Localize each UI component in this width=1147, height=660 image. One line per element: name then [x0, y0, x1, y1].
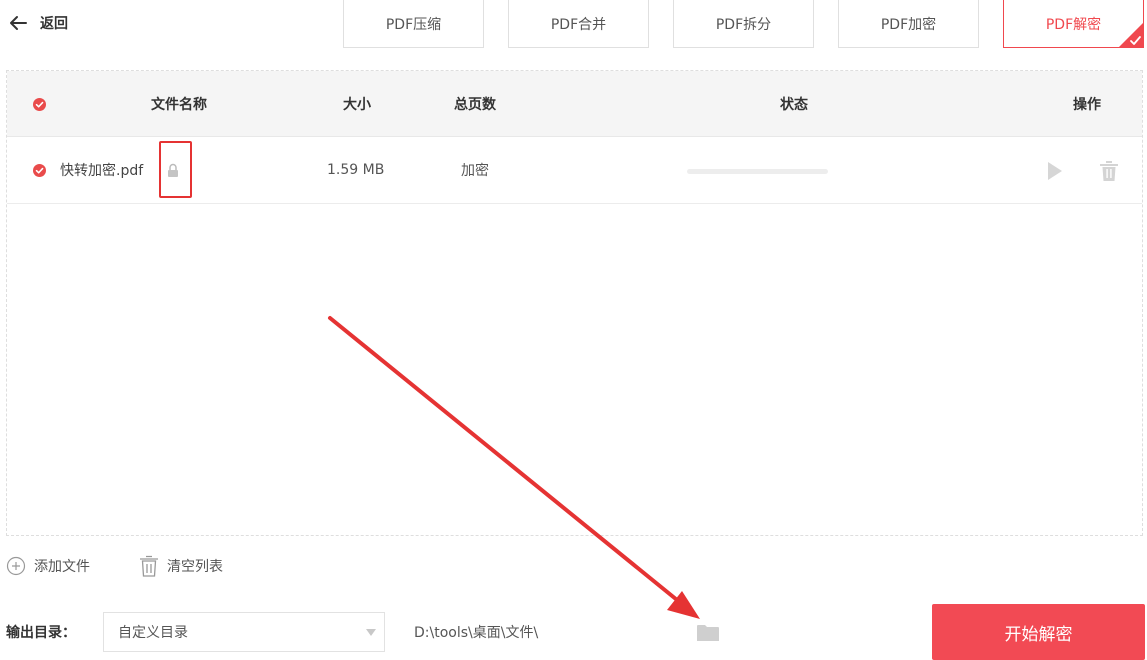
- output-dir-select[interactable]: 自定义目录: [103, 612, 385, 652]
- clear-list-button[interactable]: 清空列表: [139, 553, 223, 579]
- file-list-panel: 文件名称 大小 总页数 状态 操作 快转加密.pdf 1.59 MB 加密: [6, 70, 1143, 536]
- add-file-label: 添加文件: [34, 559, 90, 575]
- output-path: D:\tools\桌面\文件\: [414, 625, 539, 641]
- tab-pdf-decrypt[interactable]: PDF解密: [1003, 0, 1144, 48]
- progress-bar: [687, 169, 828, 174]
- select-all-checkbox[interactable]: [33, 98, 46, 111]
- row-checkbox[interactable]: [33, 164, 46, 177]
- header-file-name: 文件名称: [151, 96, 207, 113]
- back-label: 返回: [40, 16, 68, 32]
- add-circle-icon: [6, 556, 26, 576]
- tab-label: PDF加密: [880, 16, 937, 33]
- tab-pdf-compress[interactable]: PDF压缩: [343, 0, 484, 48]
- file-page-count: 加密: [461, 163, 489, 179]
- table-header: 文件名称 大小 总页数 状态 操作: [7, 71, 1142, 137]
- header-actions: 操作: [1073, 96, 1101, 113]
- corner-check-icon: [1119, 23, 1143, 47]
- start-decrypt-button[interactable]: 开始解密: [932, 604, 1145, 660]
- output-dir-label: 输出目录：: [6, 625, 76, 641]
- header-status: 状态: [780, 96, 808, 113]
- file-name: 快转加密.pdf: [60, 163, 144, 179]
- tab-label: PDF压缩: [385, 16, 442, 33]
- tab-label: PDF解密: [1045, 16, 1102, 33]
- tab-label: PDF拆分: [715, 16, 772, 33]
- file-size: 1.59 MB: [327, 162, 385, 178]
- lock-highlight-box: [159, 141, 192, 198]
- back-button[interactable]: 返回: [8, 10, 68, 36]
- clear-trash-icon: [140, 555, 158, 577]
- tab-pdf-encrypt[interactable]: PDF加密: [838, 0, 979, 48]
- header-size: 大小: [343, 96, 371, 113]
- clear-list-label: 清空列表: [167, 559, 223, 575]
- play-icon[interactable]: [1048, 162, 1062, 180]
- trash-icon[interactable]: [1100, 161, 1118, 181]
- add-file-button[interactable]: 添加文件: [6, 553, 90, 579]
- tab-label: PDF合并: [550, 16, 607, 33]
- tab-pdf-split[interactable]: PDF拆分: [673, 0, 814, 48]
- folder-icon[interactable]: [697, 624, 719, 642]
- dropdown-caret-icon: [366, 629, 376, 636]
- tab-pdf-merge[interactable]: PDF合并: [508, 0, 649, 48]
- header-page-count: 总页数: [454, 96, 496, 113]
- output-dir-mode: 自定义目录: [118, 625, 188, 641]
- back-arrow-icon: [10, 16, 27, 30]
